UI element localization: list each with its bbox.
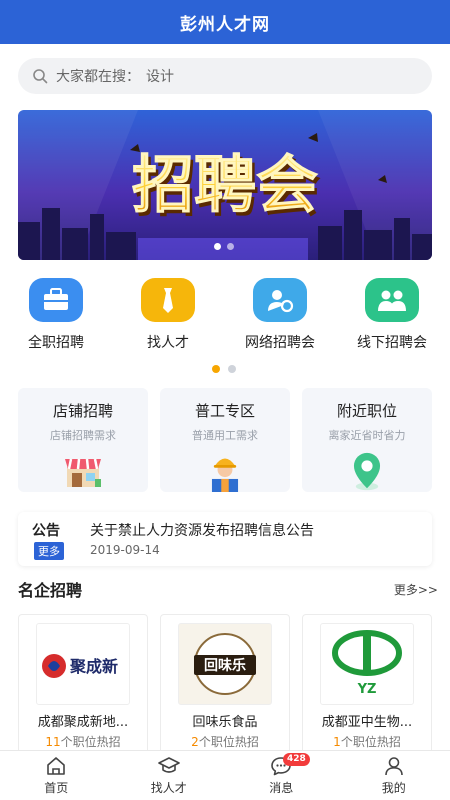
quick-nav-dot-1[interactable] <box>212 365 220 373</box>
card-store-jobs[interactable]: 店铺招聘 店铺招聘需求 <box>18 388 148 492</box>
company-name: 成都亚中生物... <box>321 715 413 730</box>
quick-nav: 全职招聘 找人才 网络招聘会 线下招聘会 <box>0 278 450 358</box>
location-pin-icon <box>353 452 381 491</box>
tab-label: 我的 <box>381 781 406 795</box>
banner-pager[interactable] <box>214 243 234 250</box>
company-name: 回味乐食品 <box>192 715 258 730</box>
search-icon <box>33 69 48 84</box>
company-card[interactable]: YZ 成都亚中生物... 1个职位热招 <box>302 614 432 750</box>
card-nearby-jobs[interactable]: 附近职位 离家近省时省力 <box>302 388 432 492</box>
search-keyword[interactable]: 设计 <box>146 66 174 86</box>
company-logo-text: 聚成新 <box>69 657 118 676</box>
message-count-badge: 428 <box>283 753 310 766</box>
tab-profile[interactable]: 我的 <box>338 751 450 800</box>
search-hint-label: 大家都在搜： <box>56 69 140 85</box>
company-logo: 回味乐 <box>178 623 272 705</box>
tab-label: 首页 <box>44 781 69 795</box>
app-header: 彭州人才网 <box>0 0 450 44</box>
quick-nav-label: 全职招聘 <box>28 335 84 351</box>
banner-dot-2[interactable] <box>227 243 234 250</box>
tab-label: 找人才 <box>150 781 187 795</box>
search-bar[interactable]: 大家都在搜： 设计 <box>18 58 432 94</box>
famous-more-link[interactable]: 更多>> <box>394 581 438 598</box>
notice-tag: 公告 <box>32 523 60 539</box>
company-logo-text: 回味乐 <box>204 657 246 674</box>
hot-job-count: 11 <box>45 735 61 749</box>
hot-job-suffix: 个职位热招 <box>198 735 259 749</box>
company-logo: YZ <box>320 623 414 705</box>
quick-nav-offline-fair[interactable]: 线下招聘会 <box>336 278 448 358</box>
tab-find-talent[interactable]: 找人才 <box>113 751 226 800</box>
graduation-cap-icon <box>157 757 180 773</box>
briefcase-icon <box>29 278 83 322</box>
card-subtitle: 普通用工需求 <box>192 429 258 442</box>
hot-job-count: 1 <box>333 735 341 749</box>
company-logo-text: YZ <box>357 682 377 697</box>
quick-nav-find-talent[interactable]: 找人才 <box>112 278 224 358</box>
card-title: 附近职位 <box>336 402 397 420</box>
quick-nav-online-fair[interactable]: 网络招聘会 <box>224 278 336 358</box>
main-content: 大家都在搜： 设计 招聘会 招聘会 全职招聘 找人才 网络招聘会 线下招聘会 店… <box>0 44 450 750</box>
company-card[interactable]: 聚成新 成都聚成新地... 11个职位热招 <box>18 614 148 750</box>
tab-home[interactable]: 首页 <box>0 751 113 800</box>
company-hot-jobs: 2个职位热招 <box>191 733 259 750</box>
company-hot-jobs: 11个职位热招 <box>45 733 120 750</box>
section-title-famous: 名企招聘 <box>18 581 83 600</box>
user-icon <box>384 757 403 776</box>
store-icon <box>65 458 101 487</box>
quick-nav-label: 找人才 <box>147 335 189 351</box>
promo-banner[interactable]: 招聘会 招聘会 <box>18 110 432 260</box>
company-list: 聚成新 成都聚成新地... 11个职位热招 回味乐 回味乐食品 2个职位热招 Y… <box>18 614 432 750</box>
card-subtitle: 离家近省时省力 <box>328 429 406 442</box>
tie-icon <box>141 278 195 322</box>
hot-job-suffix: 个职位热招 <box>60 735 121 749</box>
page-title: 彭州人才网 <box>180 14 270 35</box>
hot-job-suffix: 个职位热招 <box>340 735 401 749</box>
company-hot-jobs: 1个职位热招 <box>333 733 401 750</box>
quick-nav-label: 网络招聘会 <box>245 335 315 351</box>
banner-headline: 招聘会 <box>132 148 318 221</box>
banner-image: 招聘会 招聘会 <box>18 110 432 260</box>
notice-bar[interactable]: 公告 更多 关于禁止人力资源发布招聘信息公告 2019-09-14 <box>18 512 432 566</box>
tab-label: 消息 <box>269 781 294 795</box>
card-title: 普工专区 <box>194 402 255 420</box>
home-icon <box>47 757 66 775</box>
notice-date: 2019-09-14 <box>90 543 160 557</box>
tab-messages[interactable]: 消息 428 <box>225 751 338 800</box>
worker-icon <box>211 458 239 492</box>
card-title: 店铺招聘 <box>52 402 113 420</box>
quick-nav-dot-2[interactable] <box>228 365 236 373</box>
card-subtitle: 店铺招聘需求 <box>50 429 116 442</box>
hot-job-count: 2 <box>191 735 199 749</box>
quick-nav-fulltime[interactable]: 全职招聘 <box>0 278 112 358</box>
company-logo: 聚成新 <box>36 623 130 705</box>
category-cards: 店铺招聘 店铺招聘需求 普工专区 普通用工需求 附近职位 离家近省时省力 <box>18 388 432 492</box>
company-name: 成都聚成新地... <box>37 715 129 730</box>
quick-nav-label: 线下招聘会 <box>357 335 427 351</box>
notice-text[interactable]: 关于禁止人力资源发布招聘信息公告 <box>90 520 314 540</box>
quick-nav-pager[interactable] <box>212 365 236 373</box>
bottom-tabbar: 首页 找人才 消息 428 我的 <box>0 750 450 800</box>
notice-more-button[interactable]: 更多 <box>34 542 64 560</box>
card-general-labor[interactable]: 普工专区 普通用工需求 <box>160 388 290 492</box>
online-fair-icon <box>253 278 307 322</box>
company-card[interactable]: 回味乐 回味乐食品 2个职位热招 <box>160 614 290 750</box>
people-icon <box>365 278 419 322</box>
banner-dot-1[interactable] <box>214 243 221 250</box>
